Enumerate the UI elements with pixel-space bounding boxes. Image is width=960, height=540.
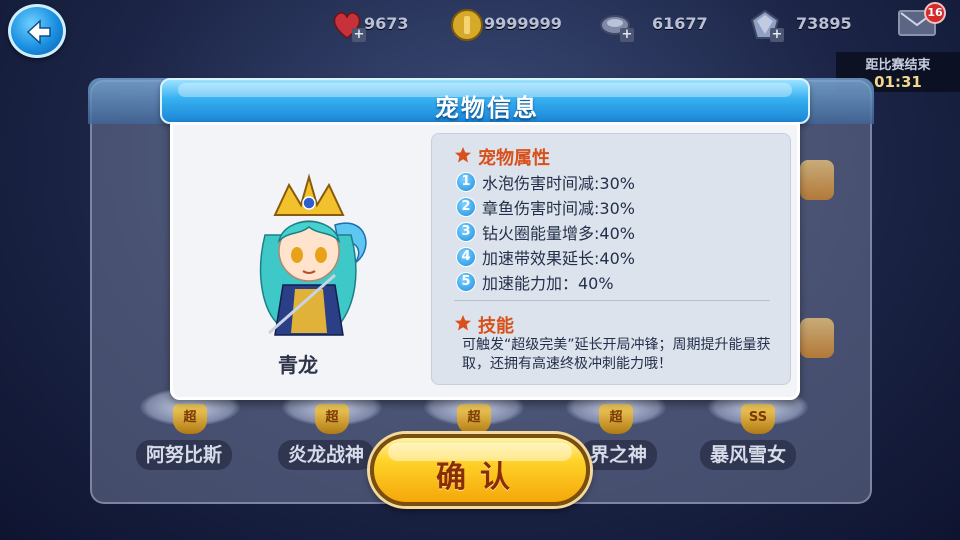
hearts-value: 9673	[364, 14, 409, 33]
pet-rank-badge: SS	[741, 404, 775, 434]
pet-rank-badge: 超	[457, 404, 491, 434]
attribute-text: 加速能力加：40%	[482, 274, 614, 293]
attribute-number: 3	[456, 222, 476, 242]
attribute-text: 加速带效果延长:40%	[482, 249, 635, 268]
pet-rank-badge: 超	[315, 404, 349, 434]
blue-gems-value: 73895	[796, 14, 852, 33]
pet-card-name[interactable]: 暴风雪女	[700, 440, 797, 470]
dialog-body: 青龙 宠物属性 1 水泡伤害时间减:30% 2 章鱼伤害时间减:30% 3 钻火圈能量…	[170, 122, 800, 400]
attribute-text: 钻火圈能量增多:40%	[482, 224, 635, 243]
attribute-text: 章鱼伤害时间减:30%	[482, 199, 635, 218]
mail-count-badge: 16	[924, 2, 946, 24]
attribute-text: 水泡伤害时间减:30%	[482, 174, 635, 193]
back-arrow-icon	[26, 19, 51, 45]
attribute-row: 5 加速能力加：40%	[456, 270, 614, 293]
pet-rank-badge: 超	[599, 404, 633, 434]
pet-card-name[interactable]: 炎龙战神	[278, 440, 375, 470]
attribute-row: 3 钻火圈能量增多:40%	[456, 220, 635, 243]
timer-label: 距比赛结束	[865, 58, 931, 73]
confirm-label: 确认	[436, 460, 524, 495]
pet-card-name[interactable]: 阿努比斯	[136, 440, 233, 470]
attribute-number: 4	[456, 247, 476, 267]
add-green-gems-icon[interactable]: +	[620, 28, 634, 42]
coins-value: 9999999	[484, 14, 562, 33]
attribute-row: 2 章鱼伤害时间减:30%	[456, 195, 635, 218]
attribute-number: 2	[456, 197, 476, 217]
attribute-number: 5	[456, 272, 476, 292]
attributes-panel: 宠物属性 1 水泡伤害时间减:30% 2 章鱼伤害时间减:30% 3 钻火圈能量增多:…	[431, 133, 791, 385]
skill-heading: 技能	[454, 312, 514, 338]
attribute-row: 1 水泡伤害时间减:30%	[456, 170, 635, 193]
attribute-number: 1	[456, 172, 476, 192]
pet-info-dialog: 宠物信息 青龙 宠物属性 1 水泡伤害时间减:30% 2 章鱼伤害时间减:30%…	[160, 78, 810, 400]
coin-icon	[451, 9, 483, 41]
dialog-header: 宠物信息	[160, 78, 810, 124]
attributes-title: 宠物属性	[478, 148, 550, 169]
pet-name-label: 青龙	[278, 353, 318, 377]
section-divider	[454, 300, 770, 301]
skill-description: 可触发“超级完美”延长开局冲锋；周期提升能量获取，还拥有高速终极冲刺能力哦！	[462, 337, 771, 372]
pet-card-name[interactable]: 界之神	[580, 440, 658, 470]
green-gems-value: 61677	[652, 14, 708, 33]
confirm-button[interactable]: 确认	[370, 434, 590, 506]
star-icon	[455, 315, 471, 331]
pet-portrait	[259, 173, 367, 336]
skill-title: 技能	[478, 316, 514, 337]
dialog-title: 宠物信息	[435, 94, 539, 122]
star-icon	[455, 147, 471, 163]
attributes-heading: 宠物属性	[454, 144, 550, 170]
pet-rank-badge: 超	[173, 404, 207, 434]
add-blue-gems-icon[interactable]: +	[770, 28, 784, 42]
back-button[interactable]	[8, 4, 66, 58]
attribute-row: 4 加速带效果延长:40%	[456, 245, 635, 268]
